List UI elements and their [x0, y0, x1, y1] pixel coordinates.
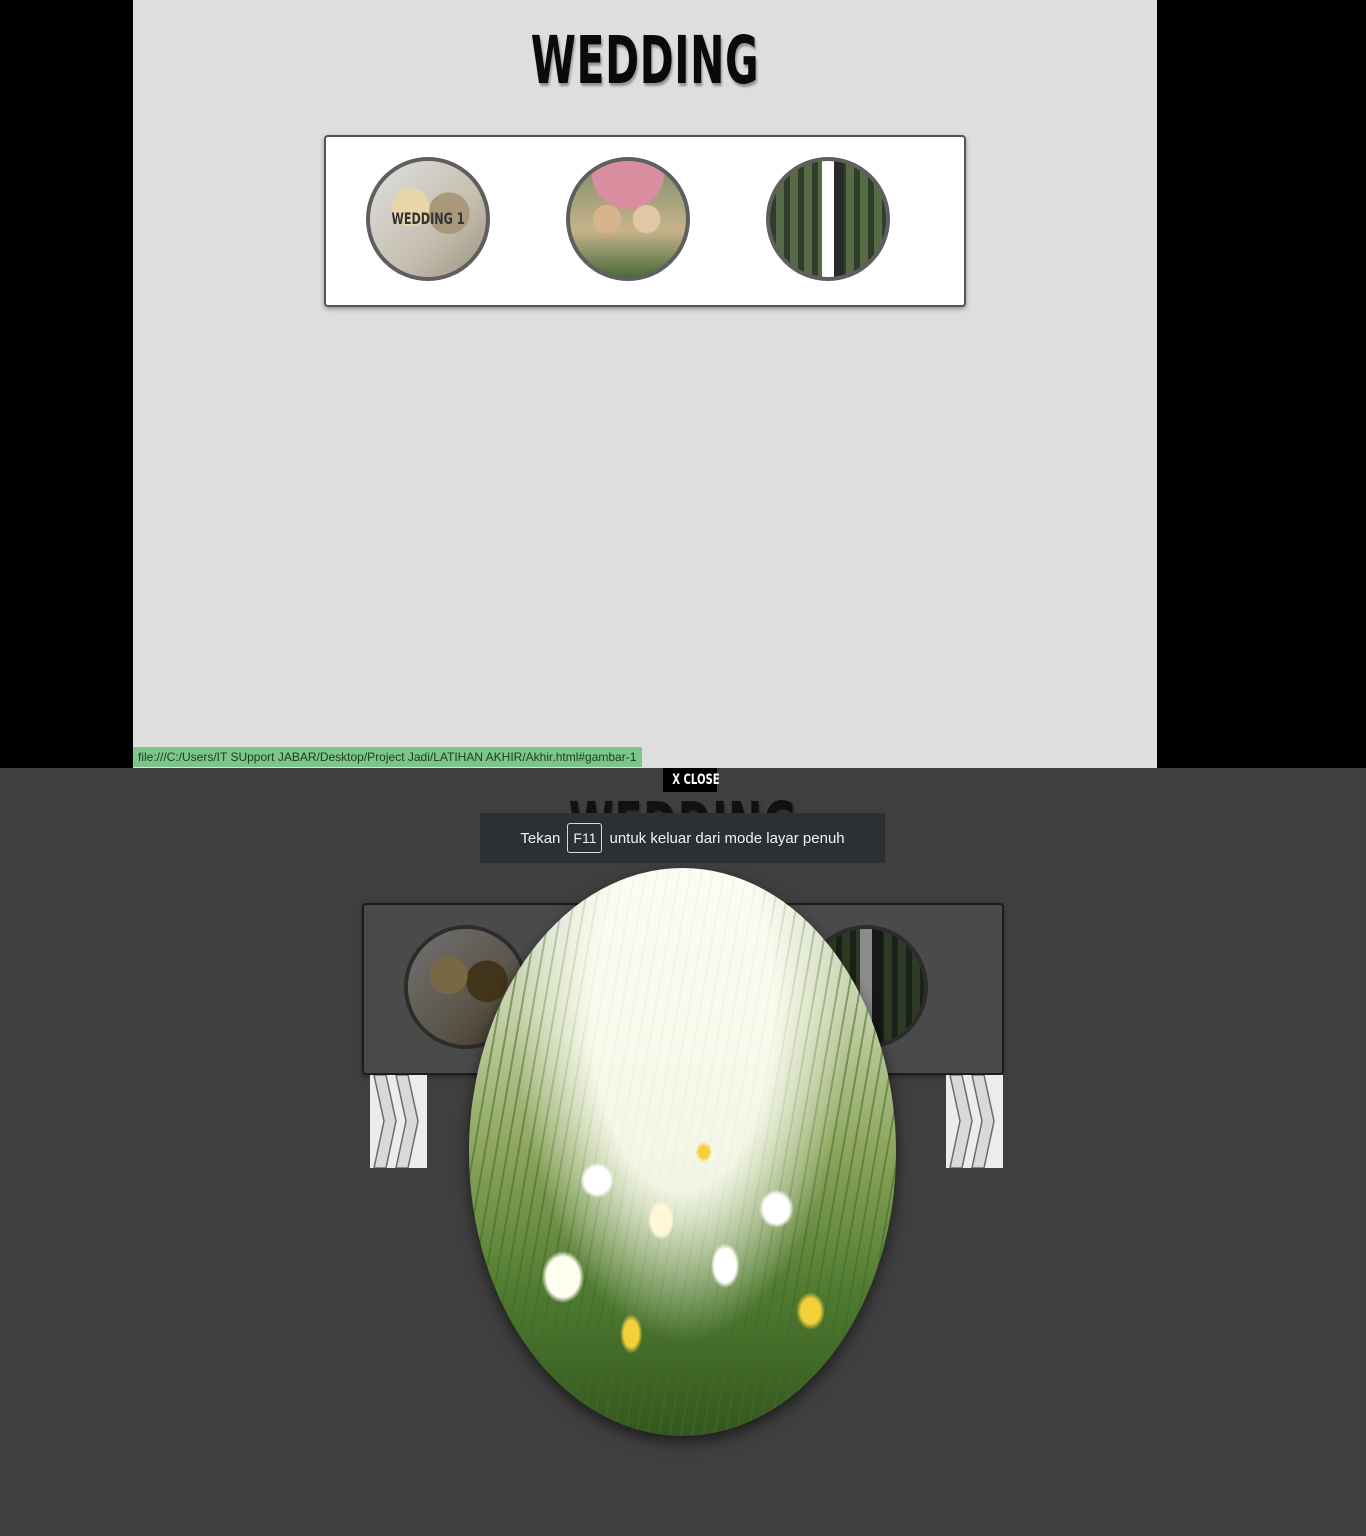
prev-arrow-button[interactable] [370, 1075, 427, 1168]
gallery-thumb-3[interactable] [766, 157, 890, 281]
f11-key-badge: F11 [567, 823, 603, 853]
close-label: X CLOSE [672, 772, 720, 788]
lightbox-overlay: WEDDING Tekan F11 untuk keluar dari mode… [0, 768, 1366, 1536]
notice-prefix: Tekan [520, 829, 561, 847]
lightbox-image-daffodils [469, 868, 896, 1436]
double-chevron-icon [949, 1075, 995, 1168]
double-chevron-icon [373, 1075, 419, 1168]
gallery-thumb-2[interactable] [566, 157, 690, 281]
next-arrow-button[interactable] [946, 1075, 1003, 1168]
close-button[interactable]: X CLOSE [663, 768, 720, 792]
page-title: WEDDING [530, 22, 760, 99]
gallery-thumb-1[interactable]: WEDDING 1 [366, 157, 490, 281]
top-window: WEDDING WEDDING 1 file:///C:/Users/IT SU… [0, 0, 1366, 768]
notice-suffix: untuk keluar dari mode layar penuh [609, 829, 845, 847]
gallery-panel: WEDDING 1 [324, 135, 966, 307]
page-content: WEDDING WEDDING 1 [133, 0, 1157, 768]
fullscreen-notice: Tekan F11 untuk keluar dari mode layar p… [480, 813, 885, 863]
thumb-caption: WEDDING 1 [391, 209, 465, 228]
status-bar-url: file:///C:/Users/IT SUpport JABAR/Deskto… [133, 747, 643, 767]
